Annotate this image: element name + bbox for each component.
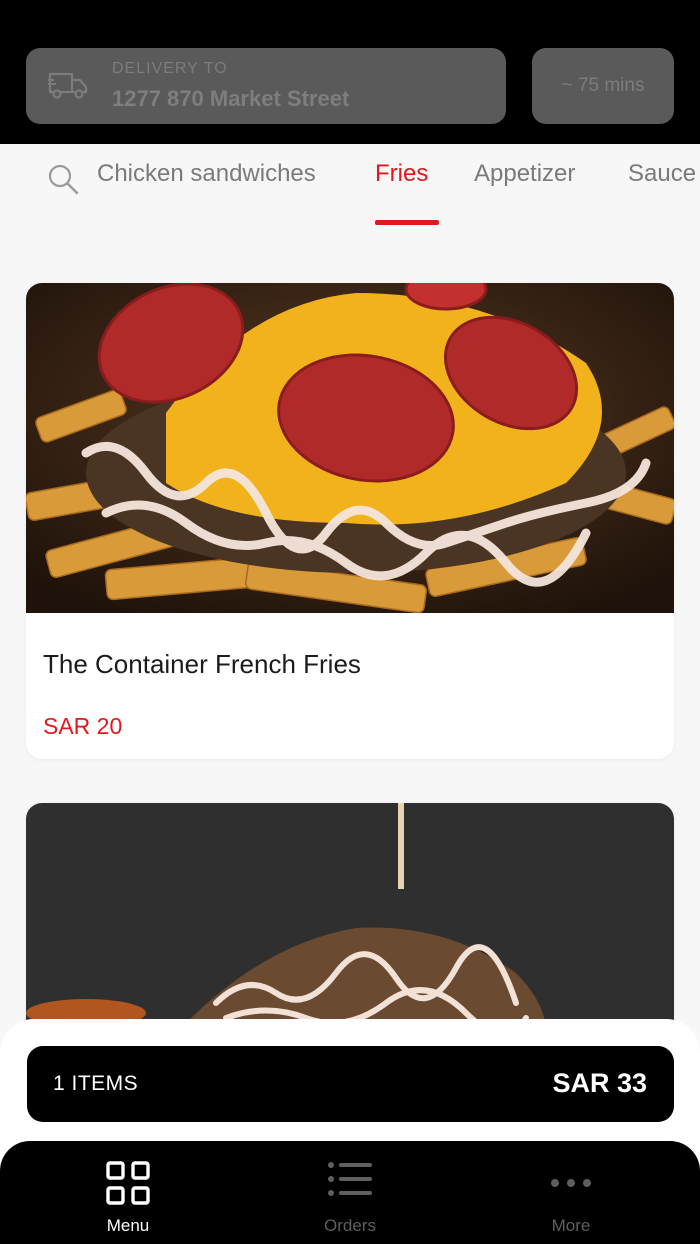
grid-icon: [106, 1161, 150, 1205]
nav-menu-label: Menu: [106, 1216, 150, 1235]
tab-appetizer[interactable]: Appetizer: [474, 160, 575, 188]
delivery-truck-icon: [48, 72, 88, 99]
tab-chicken-sandwiches[interactable]: Chicken sandwiches: [97, 160, 316, 188]
product-price: SAR 20: [43, 713, 123, 739]
search-icon[interactable]: [46, 162, 80, 196]
delivery-label: DELIVERY TO: [112, 60, 228, 77]
tab-fries[interactable]: Fries: [375, 160, 428, 188]
more-dots-icon: [551, 1179, 591, 1187]
nav-orders[interactable]: Orders: [280, 1141, 420, 1244]
product-name: The Container French Fries: [43, 649, 361, 679]
tab-sauce[interactable]: Sauce: [628, 160, 696, 188]
delivery-address: 1277 870 Market Street: [112, 86, 350, 111]
product-card[interactable]: The Container French Fries SAR 20: [26, 283, 674, 759]
nav-more-label: More: [551, 1216, 591, 1235]
cart-item-count: 1 ITEMS: [53, 1072, 139, 1095]
delivery-address-selector[interactable]: DELIVERY TO 1277 870 Market Street: [26, 48, 506, 124]
nav-more[interactable]: More: [501, 1141, 641, 1244]
header: DELIVERY TO 1277 870 Market Street ~ 75 …: [0, 0, 700, 144]
nav-orders-label: Orders: [324, 1216, 376, 1235]
category-tabs: Chicken sandwiches Fries Appetizer Sauce: [0, 144, 700, 234]
nav-menu[interactable]: Menu: [58, 1141, 198, 1244]
bottom-nav: Menu Orders More: [0, 1141, 700, 1244]
eta-text: ~ 75 mins: [561, 75, 645, 96]
view-cart-button[interactable]: 1 ITEMS SAR 33: [27, 1046, 674, 1122]
delivery-eta[interactable]: ~ 75 mins: [532, 48, 674, 124]
cart-total: SAR 33: [552, 1068, 647, 1098]
active-tab-indicator: [375, 220, 439, 225]
product-image-fries: [26, 283, 674, 613]
list-icon: [328, 1162, 372, 1196]
